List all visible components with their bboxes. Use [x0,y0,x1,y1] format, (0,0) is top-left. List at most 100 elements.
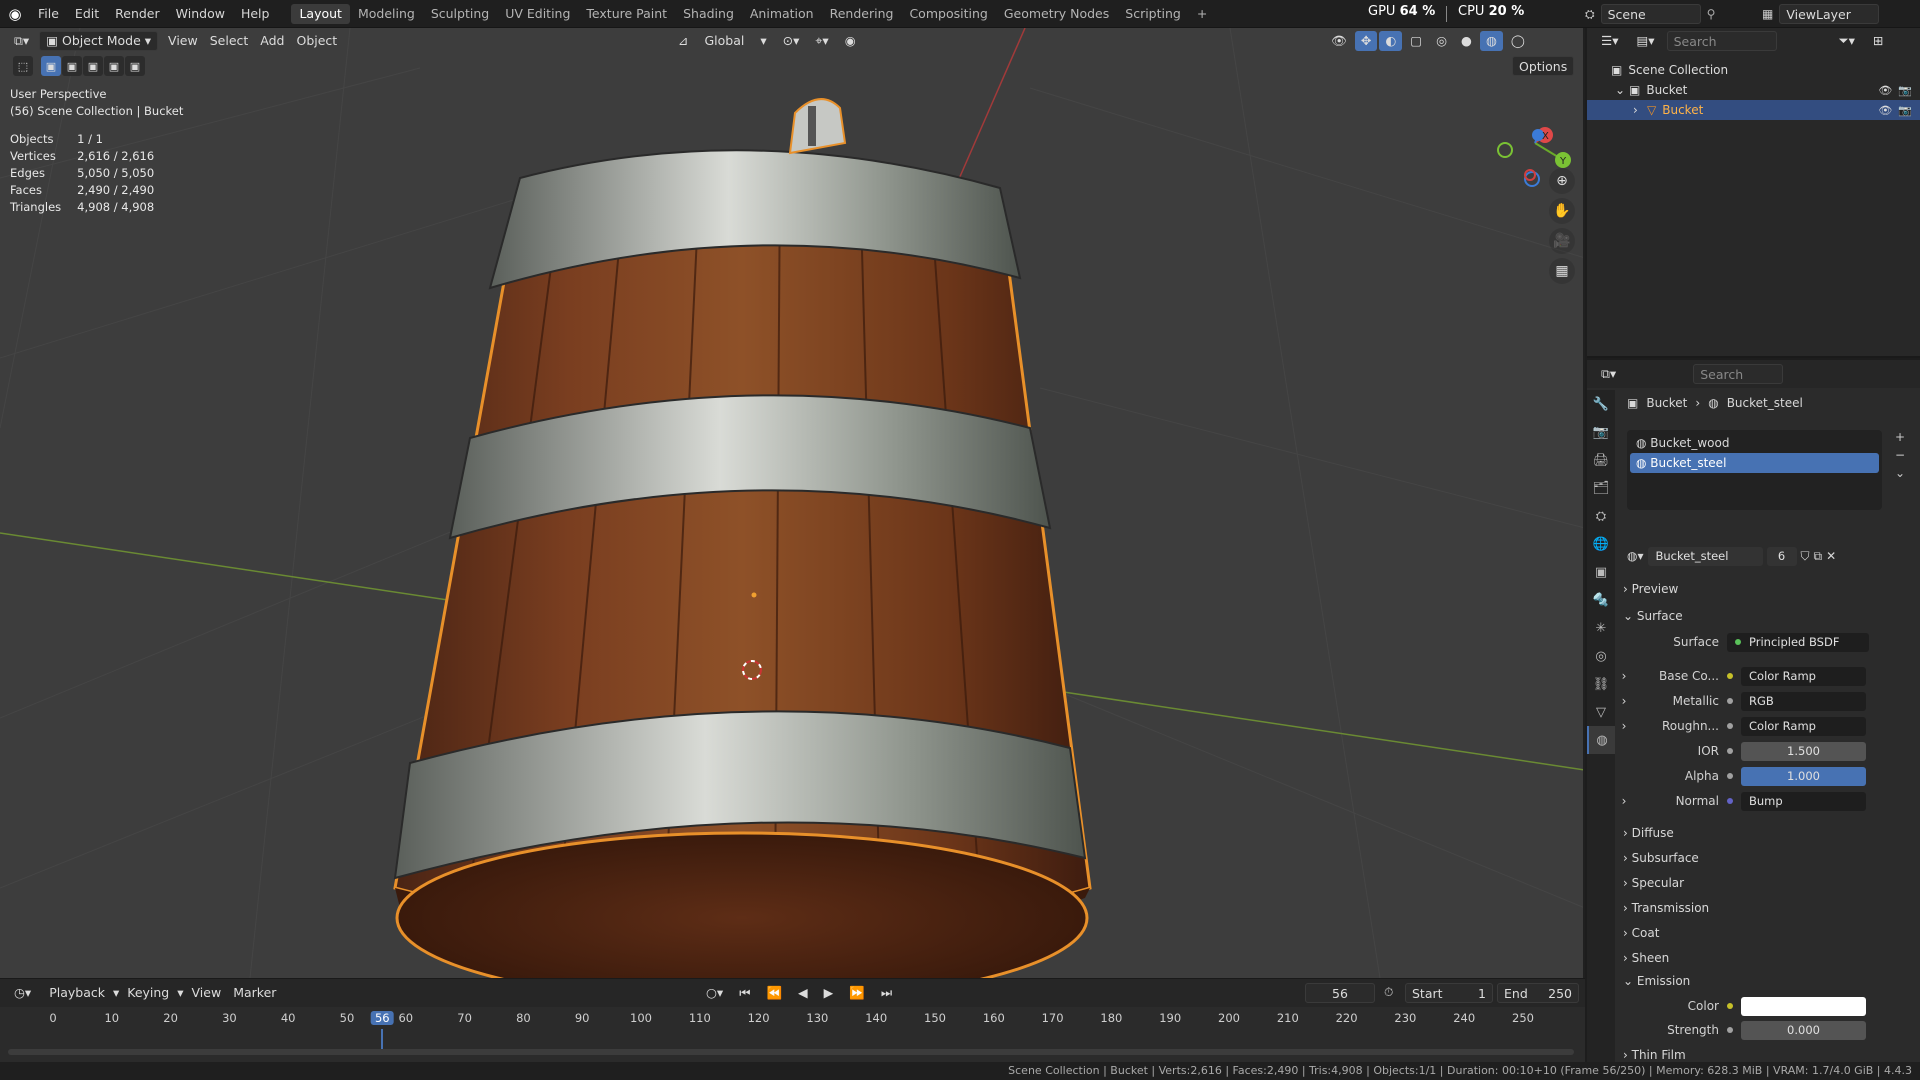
outliner-row-0[interactable]: ▣ Scene Collection [1587,60,1920,80]
select-intersect-icon[interactable]: ▣ [125,56,145,76]
material-slot[interactable]: ◍ Bucket_wood [1630,433,1879,453]
viewport-canvas[interactable] [0,28,1585,978]
chevron-right-icon[interactable]: › [1615,794,1633,808]
emission-color-swatch[interactable] [1741,996,1866,1016]
select-new-icon[interactable]: ▣ [41,56,61,76]
eye-icon[interactable]: 👁 [1878,104,1892,117]
new-collection-icon[interactable]: ⊞ [1867,31,1889,51]
pin-icon[interactable]: ⚲ [1707,7,1716,21]
auto-key-icon[interactable]: ○▾ [700,983,729,1003]
blender-logo-icon[interactable]: ◉ [0,0,30,28]
3d-viewport[interactable]: ⧉▾ ▣ Object Mode ▾ View Select Add Object ⊿… [0,28,1585,978]
tab-texture-paint[interactable]: Texture Paint [578,4,675,24]
property-value-field[interactable]: 1.000 [1741,766,1866,786]
material-tab-icon[interactable]: ◍ [1587,726,1615,754]
display-mode-icon[interactable]: ▤▾ [1630,31,1660,51]
material-slot[interactable]: ◍ Bucket_steel [1630,453,1879,473]
menu-edit[interactable]: Edit [67,3,107,25]
subsection-specular[interactable]: › Specular [1623,876,1684,890]
xray-icon[interactable]: ▢ [1404,31,1428,51]
proportional-edit-icon[interactable]: ◉ [839,31,862,51]
subsection-transmission[interactable]: › Transmission [1623,901,1709,915]
add-workspace-button[interactable]: + [1189,4,1215,24]
surface-panel[interactable]: ⌄ Surface [1623,609,1683,623]
stopwatch-icon[interactable]: ⏱ [1384,985,1393,1000]
snap-icon[interactable]: ⌖▾ [809,31,834,51]
viewport-menu-object[interactable]: Object [290,31,343,51]
duplicate-material-icon[interactable]: ⧉ [1814,549,1823,564]
physics-tab-icon[interactable]: ◎ [1587,642,1615,670]
timeline-scrollbar[interactable] [8,1049,1574,1055]
tool-tab-icon[interactable]: 🔧 [1587,390,1615,418]
play-reverse-icon[interactable]: ◀ [792,983,814,1003]
jump-start-icon[interactable]: ⏮ [733,983,756,1003]
chevron-down-icon[interactable]: ▾ [754,31,772,51]
view-layer-field[interactable]: ViewLayer [1779,4,1880,24]
render-tab-icon[interactable]: 📷 [1587,418,1615,446]
emission-panel[interactable]: ⌄ Emission [1623,974,1690,988]
scene-selector[interactable]: ⛭ Scene ⚲ [1585,3,1755,25]
scene-tab-icon[interactable]: ⛭ [1587,502,1615,530]
preview-panel[interactable]: › Preview [1623,582,1678,596]
view-layer-selector[interactable]: ▦ ViewLayer [1762,3,1917,25]
material-browse-icon[interactable]: ◍▾ [1627,549,1644,563]
chevron-icon[interactable]: › [1633,103,1647,117]
tab-rendering[interactable]: Rendering [822,4,902,24]
tab-uv-editing[interactable]: UV Editing [497,4,578,24]
overlay-toggle-icon[interactable]: ◐ [1379,31,1403,51]
next-keyframe-icon[interactable]: ⏩ [843,983,871,1003]
surface-shader-field[interactable]: Principled BSDF [1727,632,1869,652]
fake-user-icon[interactable]: ⛉ [1801,549,1810,564]
menu-file[interactable]: File [30,3,67,25]
mode-dropdown[interactable]: ▣ Object Mode ▾ [39,31,159,51]
camera-view-icon[interactable]: 🎥 [1549,228,1575,254]
prev-keyframe-icon[interactable]: ⏪ [760,983,788,1003]
zoom-icon[interactable]: ⊕ [1549,168,1575,194]
outliner-editor-icon[interactable]: ☰▾ [1595,31,1624,51]
subsection-diffuse[interactable]: › Diffuse [1623,826,1674,840]
tab-scripting[interactable]: Scripting [1117,4,1189,24]
solid-shading-icon[interactable]: ● [1455,31,1478,51]
timeline-menu-view[interactable]: View [186,983,228,1003]
end-frame-field[interactable]: End 250 [1497,983,1579,1003]
camera-icon[interactable]: 📷 [1898,104,1912,117]
ortho-grid-icon[interactable]: ▦ [1549,258,1575,284]
rendered-shading-icon[interactable]: ◯ [1505,31,1531,51]
viewport-menu-select[interactable]: Select [204,31,255,51]
properties-editor-icon[interactable]: ⧉▾ [1595,364,1622,384]
chevron-right-icon[interactable]: › [1615,694,1633,708]
select-invert-icon[interactable]: ▣ [104,56,124,76]
output-tab-icon[interactable]: 🖨 [1587,446,1615,474]
chevron-down-icon[interactable]: ▾ [111,983,121,1003]
material-shading-icon[interactable]: ◍ [1479,31,1503,51]
subsection-coat[interactable]: › Coat [1623,926,1659,940]
user-count[interactable]: 6 [1766,546,1797,566]
filter-icon[interactable]: ⏷▾ [1833,31,1861,51]
slot-menu-icon[interactable]: ⌄ [1895,466,1905,480]
select-box-tool-icon[interactable]: ⬚ [13,56,33,76]
frame-ruler[interactable]: 0 10 20 30 40 50 56 60 70 80 90 100 110 120 130 140 150 1… [0,1007,1585,1029]
unlink-material-icon[interactable]: ✕ [1826,549,1836,563]
editor-type-icon[interactable]: ⧉▾ [8,31,35,51]
bucket-object[interactable] [393,98,1092,978]
eye-icon[interactable]: 👁 [1878,84,1892,97]
timeline-menu-playback[interactable]: Playback [43,983,111,1003]
tab-compositing[interactable]: Compositing [901,4,995,24]
property-value-field[interactable]: Color Ramp [1741,666,1866,686]
pivot-icon[interactable]: ⊙▾ [777,31,806,51]
tab-modeling[interactable]: Modeling [350,4,423,24]
subsection-sheen[interactable]: › Sheen [1623,951,1669,965]
scene-field[interactable]: Scene [1600,4,1701,24]
view-layer-tab-icon[interactable]: 🗂 [1587,474,1615,502]
timeline-menu-marker[interactable]: Marker [227,983,282,1003]
property-value-field[interactable]: Color Ramp [1741,716,1866,736]
data-tab-icon[interactable]: ▽ [1587,698,1615,726]
options-button[interactable]: Options [1512,56,1575,76]
modifier-tab-icon[interactable]: 🔩 [1587,586,1615,614]
current-frame-field[interactable]: 56 [1305,983,1375,1003]
play-icon[interactable]: ▶ [818,983,840,1003]
property-value-field[interactable]: Bump [1741,791,1866,811]
thin-film-panel[interactable]: › Thin Film [1623,1048,1686,1062]
subsection-subsurface[interactable]: › Subsurface [1623,851,1699,865]
camera-icon[interactable]: 📷 [1898,84,1912,97]
